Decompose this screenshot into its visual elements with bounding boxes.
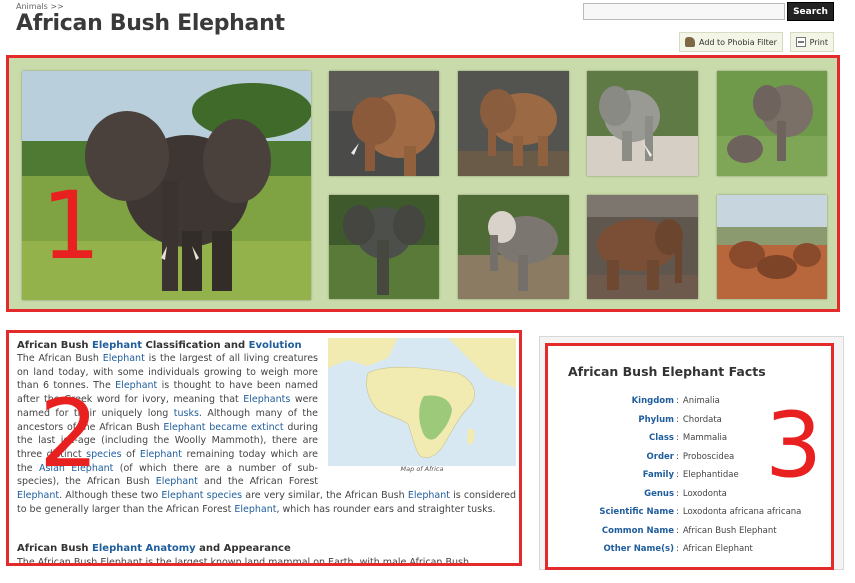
anatomy-heading: African Bush Elephant Anatomy and Appear… — [17, 543, 291, 554]
fact-colon: : — [676, 507, 679, 518]
evolution-link[interactable]: Evolution — [249, 340, 302, 351]
annotation-number-2: 2 — [39, 380, 99, 489]
fact-value: African Elephant — [682, 544, 753, 555]
fact-label[interactable]: Common Name — [548, 526, 676, 536]
elephant-link[interactable]: Elephant — [17, 490, 59, 501]
facts-panel: African Bush Elephant Facts Kingdom: Anim… — [545, 343, 834, 570]
elephant-link[interactable]: Elephant — [408, 490, 450, 501]
elephant-link[interactable]: Elephant — [234, 504, 276, 515]
became-extinct-link[interactable]: became extinct — [209, 422, 283, 433]
print-icon — [796, 37, 806, 47]
search-button[interactable]: Search — [787, 2, 834, 21]
fact-label[interactable]: Order — [548, 452, 676, 462]
elephant-icon — [685, 37, 695, 47]
fact-value: Loxodonta africana africana — [682, 507, 802, 518]
elephant-link[interactable]: Elephant — [115, 380, 157, 391]
elephants-link[interactable]: Elephants — [243, 394, 290, 405]
tusks-link[interactable]: tusks — [174, 408, 199, 419]
add-to-phobia-filter-button[interactable]: Add to Phobia Filter — [679, 32, 783, 52]
fact-value: African Bush Elephant — [682, 525, 777, 536]
fact-label[interactable]: Other Name(s) — [548, 544, 676, 554]
fact-value: Proboscidea — [682, 451, 735, 462]
elephant-link[interactable]: Elephant — [92, 543, 142, 554]
fact-label[interactable]: Scientific Name — [548, 507, 676, 517]
fact-value: Animalia — [682, 396, 720, 407]
gallery-thumb-7[interactable] — [587, 195, 698, 299]
gallery-thumb-3[interactable] — [587, 71, 698, 176]
fact-label[interactable]: Genus — [548, 489, 676, 499]
fact-value: Elephantidae — [682, 470, 739, 481]
facts-title: African Bush Elephant Facts — [568, 364, 766, 379]
fact-value: Chordata — [682, 414, 722, 425]
classification-heading: African Bush Elephant Classification and… — [17, 340, 302, 351]
fact-colon: : — [676, 396, 679, 407]
fact-label[interactable]: Kingdom — [548, 396, 676, 406]
annotation-number-1: 1 — [41, 172, 101, 281]
fact-colon: : — [676, 470, 679, 481]
anatomy-link[interactable]: Anatomy — [145, 543, 195, 554]
species-link[interactable]: species — [207, 490, 242, 501]
gallery-thumb-6[interactable] — [458, 195, 569, 299]
fact-row: Other Name(s): African Elephant — [548, 540, 831, 559]
anatomy-paragraph: The African Bush Elephant is the largest… — [17, 557, 469, 566]
gallery-thumb-5[interactable] — [329, 195, 439, 299]
phobia-filter-label: Add to Phobia Filter — [699, 37, 777, 47]
fact-row: Scientific Name: Loxodonta africana afric… — [548, 503, 831, 522]
breadcrumb[interactable]: Animals >> — [16, 2, 64, 11]
gallery-thumb-1[interactable] — [329, 71, 439, 176]
fact-label[interactable]: Family — [548, 470, 676, 480]
gallery-thumb-2[interactable] — [458, 71, 569, 176]
gallery-thumb-4[interactable] — [717, 71, 827, 176]
print-button[interactable]: Print — [790, 32, 834, 52]
fact-colon: : — [676, 544, 679, 555]
search-input[interactable] — [583, 3, 785, 20]
article-section: African Bush Elephant Classification and… — [6, 330, 522, 566]
page-title: African Bush Elephant — [16, 11, 285, 36]
fact-colon: : — [676, 451, 679, 462]
elephant-link[interactable]: Elephant — [161, 490, 203, 501]
annotation-number-3: 3 — [765, 393, 823, 498]
photo-gallery: 1 — [6, 55, 840, 312]
fact-value: Mammalia — [682, 433, 728, 444]
elephant-link[interactable]: Elephant — [140, 449, 182, 460]
elephant-link[interactable]: Elephant — [92, 340, 142, 351]
fact-label[interactable]: Class — [548, 433, 676, 443]
fact-label[interactable]: Phylum — [548, 415, 676, 425]
fact-value: Loxodonta — [682, 488, 727, 499]
fact-colon: : — [676, 525, 679, 536]
fact-colon: : — [676, 433, 679, 444]
elephant-link[interactable]: Elephant — [163, 422, 205, 433]
elephant-link[interactable]: Elephant — [103, 353, 145, 364]
elephant-link[interactable]: Elephant — [156, 476, 198, 487]
fact-colon: : — [676, 488, 679, 499]
gallery-thumb-8[interactable] — [717, 195, 827, 299]
print-label: Print — [809, 37, 828, 47]
fact-row: Common Name: African Bush Elephant — [548, 522, 831, 541]
fact-colon: : — [676, 414, 679, 425]
